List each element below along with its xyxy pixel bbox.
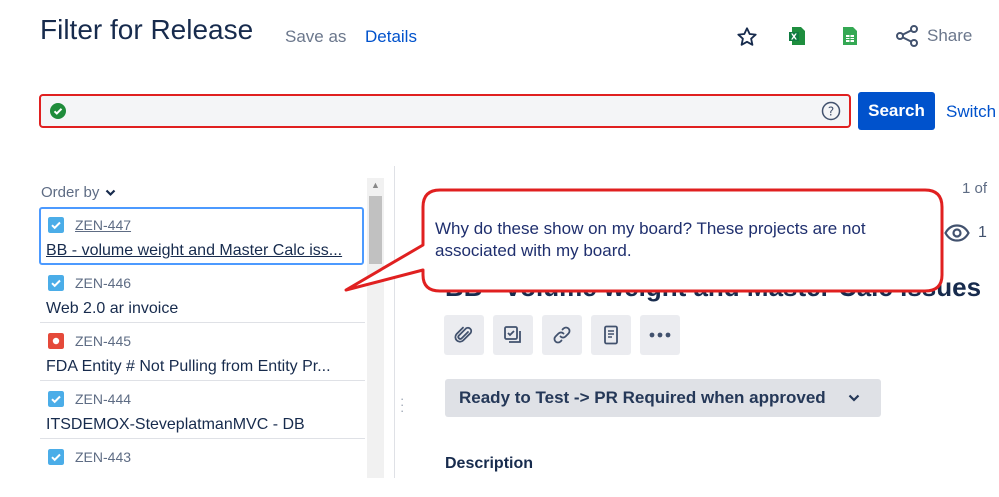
issue-key: ZEN-443	[75, 449, 132, 465]
issue-list-item[interactable]: ZEN-446 Web 2.0 ar invoice	[40, 265, 365, 323]
share-button[interactable]: Share	[895, 25, 972, 47]
page-icon	[604, 325, 618, 345]
list-scrollbar[interactable]: ▲	[367, 178, 384, 478]
google-sheets-icon[interactable]	[842, 26, 864, 48]
panel-divider	[394, 166, 395, 478]
save-as-link[interactable]: Save as	[285, 27, 346, 47]
chevron-down-icon	[106, 189, 116, 196]
task-icon	[48, 275, 64, 291]
eye-icon	[944, 224, 970, 242]
more-actions-button[interactable]	[640, 315, 680, 355]
description-heading: Description	[445, 455, 534, 472]
issue-key: ZEN-444	[75, 391, 132, 407]
paperclip-icon	[454, 326, 473, 343]
search-button[interactable]: Search	[858, 92, 935, 130]
issue-count: 1 of	[962, 180, 988, 197]
resize-handle-icon[interactable]: · · ·	[400, 392, 404, 417]
issue-summary: Web 2.0 ar invoice	[46, 300, 179, 317]
valid-query-check-icon	[50, 103, 66, 119]
order-by-dropdown[interactable]: Order by	[41, 184, 116, 201]
issue-summary: BB - volume weight and Master Calc iss..…	[46, 242, 343, 259]
share-label: Share	[927, 26, 973, 45]
star-icon[interactable]	[736, 26, 758, 48]
chevron-down-icon	[848, 394, 859, 402]
jql-search-input[interactable]: ?	[39, 94, 851, 128]
issue-key: ZEN-445	[75, 333, 132, 349]
svg-text:X: X	[791, 33, 798, 42]
issue-list-item[interactable]: ZEN-445 FDA Entity # Not Pulling from En…	[40, 323, 365, 381]
issue-summary: FDA Entity # Not Pulling from Entity Pr.…	[46, 358, 331, 375]
confluence-page-button[interactable]	[591, 315, 631, 355]
scroll-up-arrow-icon[interactable]: ▲	[367, 180, 384, 192]
attach-button[interactable]	[444, 315, 484, 355]
svg-text:?: ?	[828, 105, 834, 119]
task-icon	[48, 217, 64, 233]
callout-text: Why do these show on my board? These pro…	[435, 219, 866, 260]
link-issue-button[interactable]	[542, 315, 582, 355]
issue-summary: ITSDEMOX-SteveplatmanMVC - DB	[46, 416, 305, 433]
share-icon	[896, 25, 918, 47]
bug-icon	[48, 333, 64, 349]
more-icon	[649, 332, 671, 338]
issue-list: ZEN-447 BB - volume weight and Master Ca…	[39, 207, 365, 497]
issue-list-item[interactable]: ZEN-444 ITSDEMOX-SteveplatmanMVC - DB	[40, 381, 365, 439]
add-subtask-button[interactable]	[493, 315, 533, 355]
task-icon	[48, 391, 64, 407]
issue-toolbar	[444, 315, 680, 355]
issue-list-item[interactable]: ZEN-443	[40, 439, 365, 497]
issue-list-item[interactable]: ZEN-447 BB - volume weight and Master Ca…	[39, 207, 364, 265]
link-icon	[553, 326, 571, 344]
status-transition-dropdown[interactable]: Ready to Test -> PR Required when approv…	[445, 379, 881, 417]
task-icon	[48, 449, 64, 465]
issue-key: ZEN-446	[75, 275, 132, 291]
scrollbar-thumb[interactable]	[369, 196, 382, 264]
watchers-count: 1	[978, 224, 987, 241]
help-icon[interactable]: ?	[821, 101, 841, 121]
switch-basic-link[interactable]: Switch	[946, 102, 996, 122]
watchers-button[interactable]: 1	[944, 224, 987, 242]
issue-key: ZEN-447	[75, 217, 132, 233]
subtask-icon	[504, 326, 521, 343]
excel-export-icon[interactable]: X	[789, 26, 811, 48]
issue-title: BB - volume weight and Master Calc issue…	[445, 272, 982, 302]
details-link[interactable]: Details	[365, 27, 417, 47]
status-label: Ready to Test -> PR Required when approv…	[459, 388, 826, 407]
page-title: Filter for Release	[40, 14, 254, 45]
order-by-label: Order by	[41, 184, 100, 201]
